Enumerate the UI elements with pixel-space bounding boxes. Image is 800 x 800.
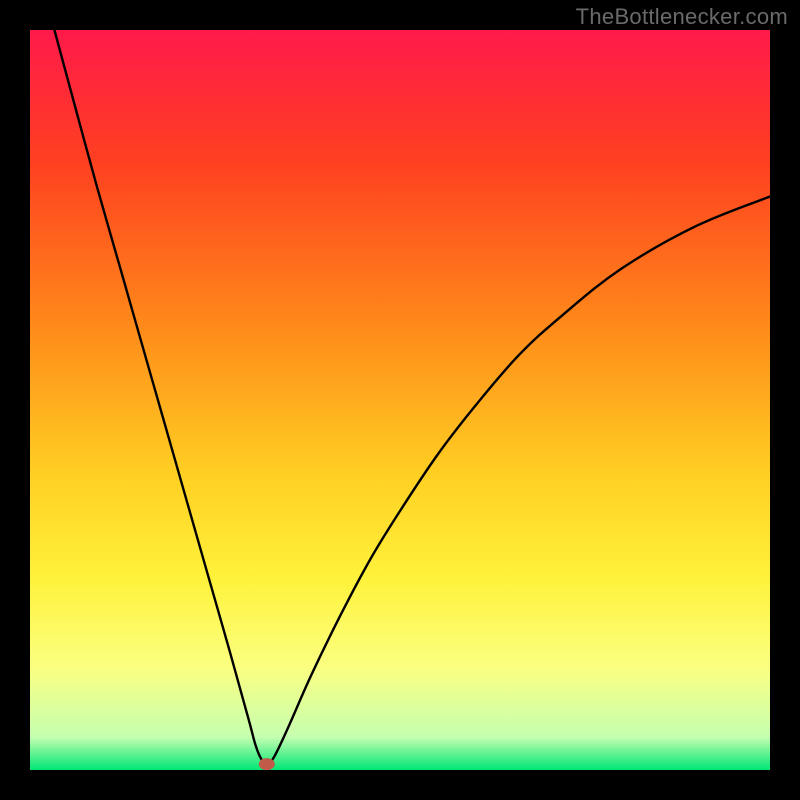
chart-frame: TheBottlenecker.com xyxy=(0,0,800,800)
bottleneck-chart xyxy=(0,0,800,800)
optimal-point-marker xyxy=(259,758,275,770)
chart-background xyxy=(30,30,770,770)
